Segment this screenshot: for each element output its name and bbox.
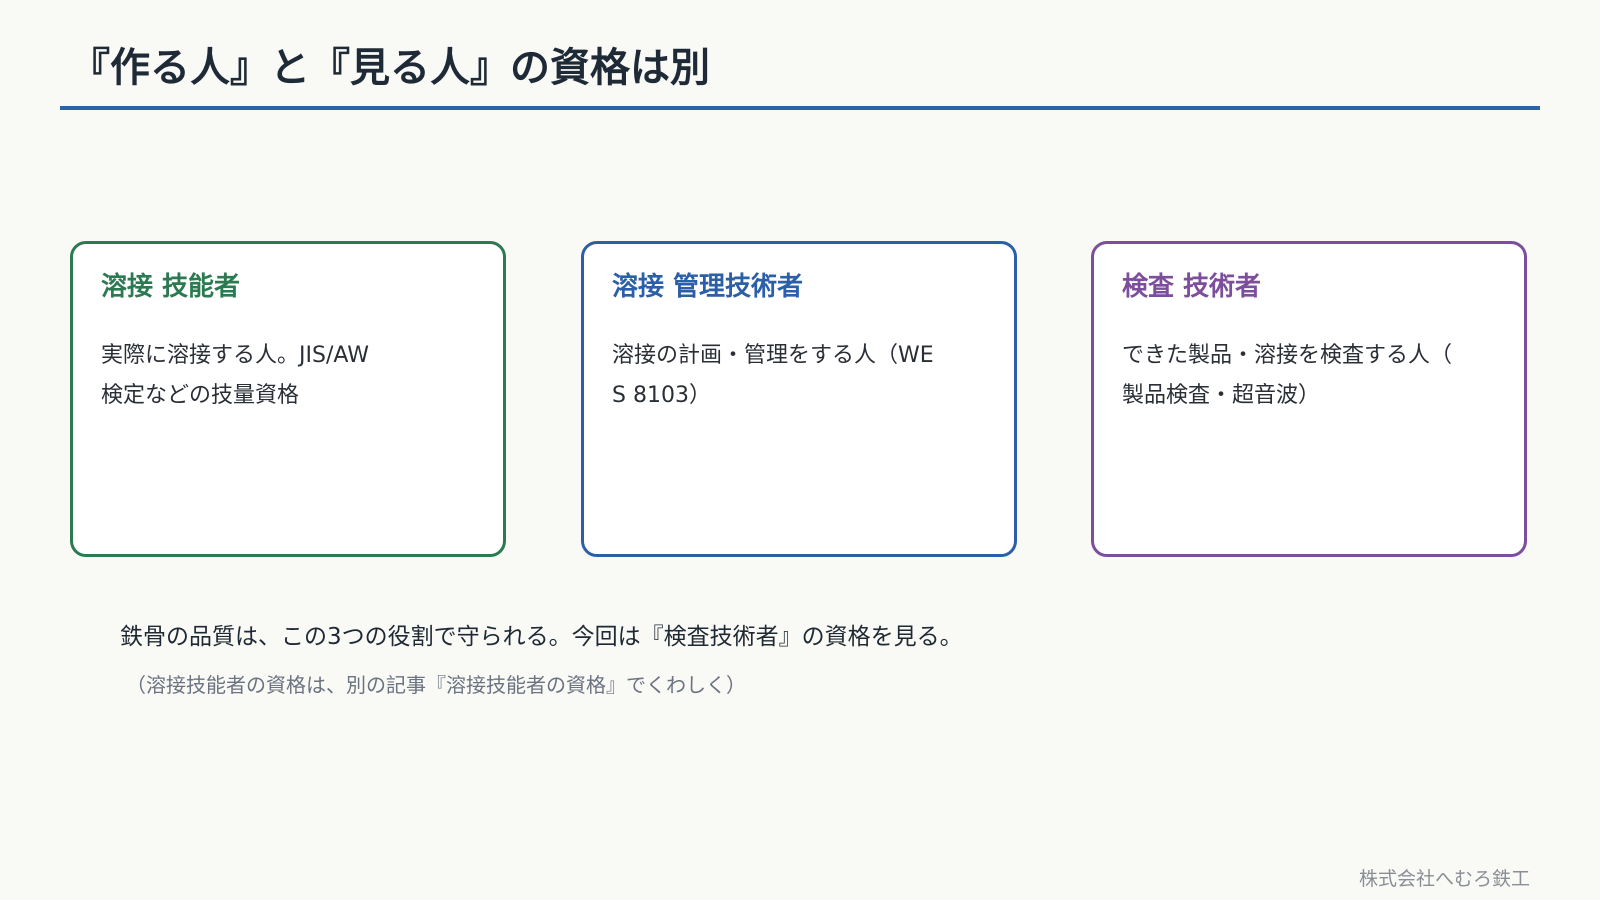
page-title: 『作る人』と『見る人』の資格は別 (70, 45, 710, 91)
company-footer: 株式会社へむろ鉄工 (1358, 868, 1530, 890)
card-inspection-engineer: 検査 技術者 できた製品・溶接を検査する人（ 製品検査・超音波） (1091, 241, 1527, 557)
card-title: 溶接 技能者 (101, 272, 241, 302)
card-title: 検査 技術者 (1122, 272, 1262, 302)
card-text-line: できた製品・溶接を検査する人（ (1122, 343, 1453, 368)
note-text: （溶接技能者の資格は、別の記事『溶接技能者の資格』でくわしく） (126, 673, 746, 697)
card-text-line: 実際に溶接する人。JIS/AW (101, 343, 369, 368)
card-text-line: 製品検査・超音波） (1122, 383, 1321, 408)
title-underline (60, 106, 1540, 110)
card-welding-technician: 溶接 技能者 実際に溶接する人。JIS/AW 検定などの技量資格 (70, 241, 506, 557)
card-text-line: 検定などの技量資格 (101, 383, 300, 408)
card-text-line: 溶接の計画・管理をする人（WE (612, 343, 934, 368)
card-text-line: S 8103） (612, 383, 711, 408)
card-welding-engineer: 溶接 管理技術者 溶接の計画・管理をする人（WE S 8103） (581, 241, 1017, 557)
card-title: 溶接 管理技術者 (612, 272, 804, 302)
summary-text: 鉄骨の品質は、この3つの役割で守られる。今回は『検査技術者』の資格を見る。 (120, 624, 963, 650)
